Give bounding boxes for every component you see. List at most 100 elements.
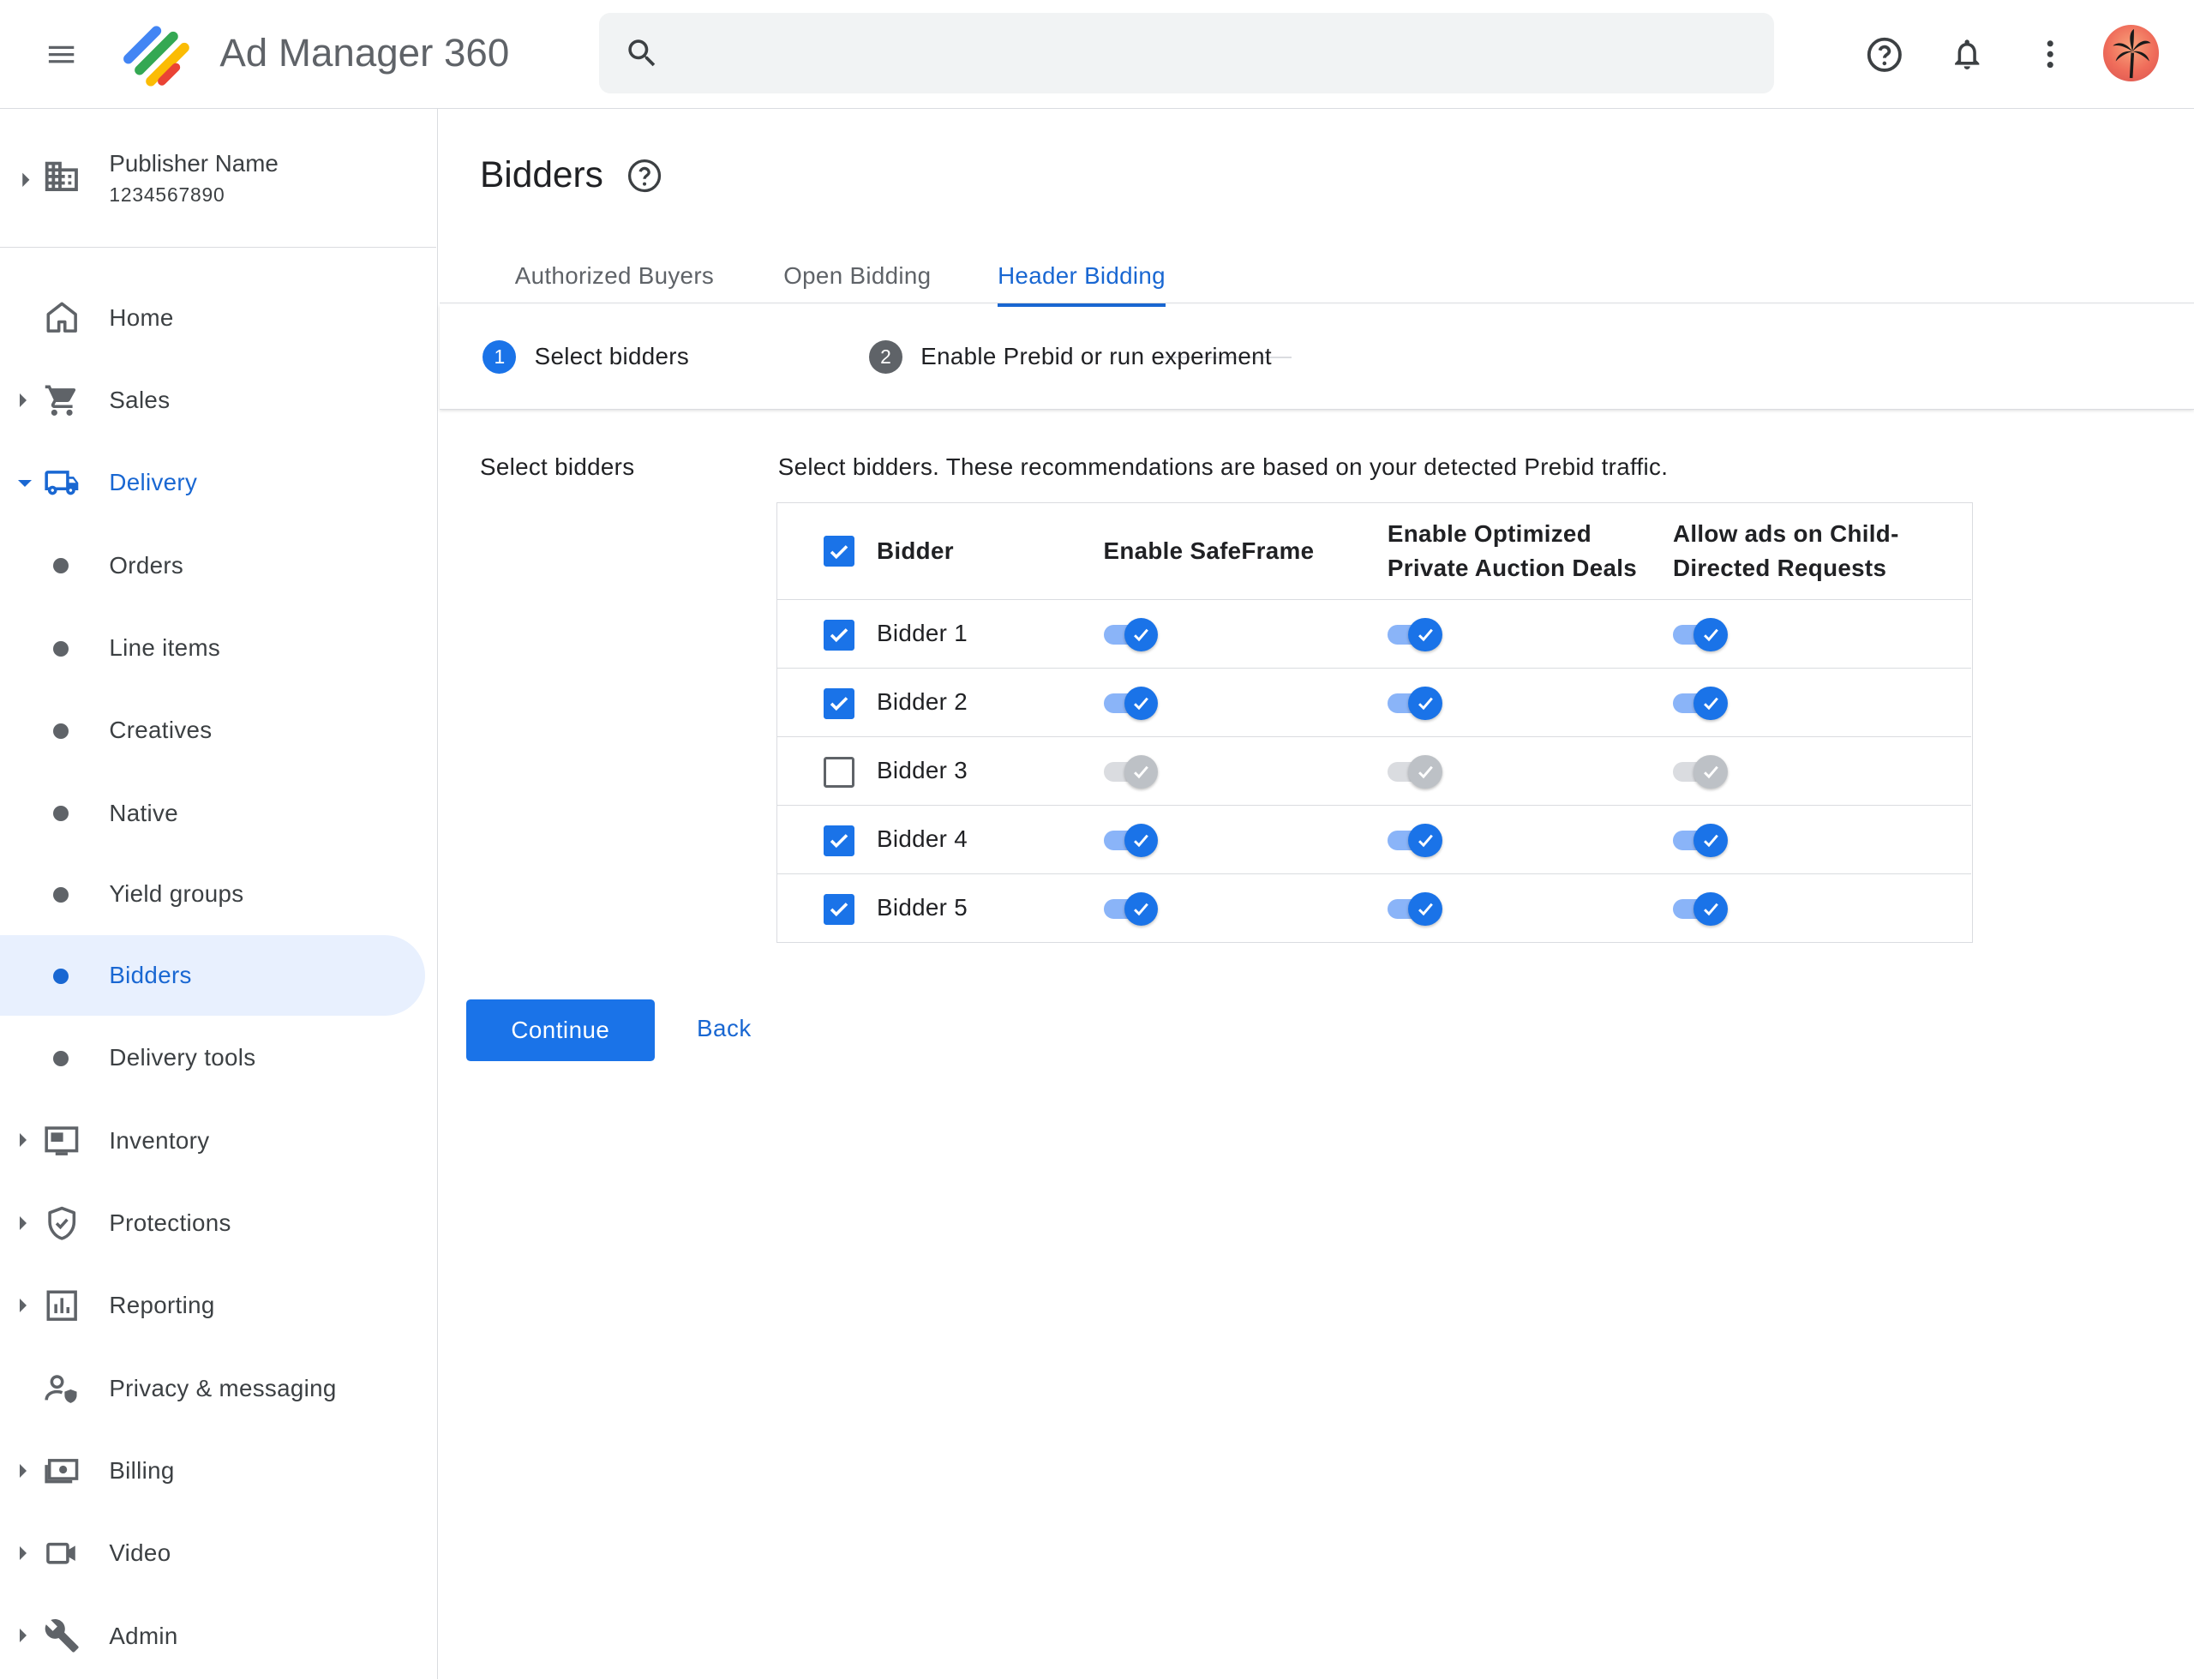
nav-item-privacy-messaging[interactable]: Privacy & messaging <box>0 1347 425 1429</box>
nav-label: Sales <box>109 386 171 413</box>
publisher-switcher[interactable]: Publisher Name 1234567890 <box>0 109 437 248</box>
nav-item-reporting[interactable]: Reporting <box>0 1265 425 1347</box>
caret-right-icon <box>19 393 27 407</box>
nav-label: Home <box>109 303 174 331</box>
child-directed-toggle[interactable] <box>1672 686 1732 721</box>
row-checkbox[interactable] <box>823 756 854 788</box>
check-icon <box>1124 823 1159 858</box>
caret-right-icon <box>19 1546 27 1561</box>
wrench-icon <box>42 1617 81 1656</box>
bullet-icon <box>53 640 69 657</box>
home-icon <box>42 298 81 338</box>
child-directed-toggle[interactable] <box>1672 617 1732 652</box>
optimized-deals-toggle[interactable] <box>1387 823 1447 858</box>
optimized-deals-toggle[interactable] <box>1387 686 1447 721</box>
caret-right-icon <box>19 1215 27 1230</box>
nav-label: Billing <box>109 1456 175 1484</box>
nav-item-native[interactable]: Native <box>0 772 425 854</box>
safeframe-toggle[interactable] <box>1103 823 1163 858</box>
column-header-line: Directed Requests <box>1672 554 1887 581</box>
nav-item-protections[interactable]: Protections <box>0 1183 425 1264</box>
optimized-deals-toggle[interactable] <box>1387 754 1447 789</box>
tab-authorized-buyers[interactable]: Authorized Buyers <box>515 261 714 304</box>
tab-header-bidding[interactable]: Header Bidding <box>998 261 1166 308</box>
person-shield-icon <box>42 1369 81 1408</box>
nav-label: Admin <box>109 1622 178 1649</box>
tab-open-bidding[interactable]: Open Bidding <box>783 261 931 304</box>
shield-check-icon <box>42 1203 81 1243</box>
column-header-optimized-deals: Enable Optimized Private Auction Deals <box>1388 517 1637 584</box>
bidder-name: Bidder 4 <box>877 825 968 852</box>
child-directed-toggle[interactable] <box>1672 891 1732 927</box>
publisher-id: 1234567890 <box>109 183 225 206</box>
nav-item-admin[interactable]: Admin <box>0 1595 425 1677</box>
user-avatar[interactable] <box>2102 25 2160 81</box>
nav-item-sales[interactable]: Sales <box>0 360 425 441</box>
nav-item-home[interactable]: Home <box>0 277 425 358</box>
nav-label: Line items <box>109 633 221 661</box>
safeframe-toggle[interactable] <box>1103 686 1163 721</box>
nav-item-inventory[interactable]: Inventory <box>0 1100 425 1181</box>
nav-label: Creatives <box>109 717 213 744</box>
nav-item-orders[interactable]: Orders <box>0 525 425 606</box>
nav-label: Protections <box>109 1209 231 1236</box>
nav-item-yield-groups[interactable]: Yield groups <box>0 854 425 935</box>
nav-label: Inventory <box>109 1126 210 1154</box>
main-content: Bidders Authorized Buyers Open Bidding H… <box>439 109 2194 1679</box>
table-row: Bidder 4 <box>777 806 1971 874</box>
search-bar[interactable] <box>598 12 1775 94</box>
back-button[interactable]: Back <box>697 1015 752 1042</box>
child-directed-toggle[interactable] <box>1672 823 1732 858</box>
more-vert-icon[interactable] <box>2022 27 2077 82</box>
select-all-checkbox[interactable] <box>823 535 854 567</box>
step-label[interactable]: Enable Prebid or run experiment <box>920 341 1272 372</box>
table-row: Bidder 3 <box>777 737 1971 806</box>
continue-button[interactable]: Continue <box>465 999 656 1061</box>
nav-item-bidders[interactable]: Bidders <box>0 934 426 1017</box>
help-icon[interactable] <box>1857 27 1913 82</box>
nav-item-creatives[interactable]: Creatives <box>0 690 425 771</box>
check-icon <box>1693 686 1728 721</box>
billing-money-icon <box>42 1451 81 1491</box>
search-icon[interactable] <box>624 35 660 77</box>
row-checkbox[interactable] <box>823 825 854 856</box>
help-outline-icon[interactable] <box>626 157 663 201</box>
column-header-line: Bidder <box>877 537 954 565</box>
column-header-safeframe: Enable SafeFrame <box>1104 534 1315 567</box>
check-icon <box>1124 891 1159 927</box>
delivery-truck-icon <box>42 463 81 502</box>
optimized-deals-toggle[interactable] <box>1387 617 1447 652</box>
column-header-line: Enable Optimized <box>1387 520 1592 548</box>
step-number: 1 <box>483 339 517 374</box>
tab-bar: Authorized Buyers Open Bidding Header Bi… <box>439 246 2194 308</box>
nav-item-line-items[interactable]: Line items <box>0 608 425 689</box>
check-icon <box>1408 754 1442 789</box>
nav-label: Delivery <box>109 469 198 496</box>
child-directed-toggle[interactable] <box>1672 754 1732 789</box>
notifications-bell-icon[interactable] <box>1939 27 1995 82</box>
nav-item-video[interactable]: Video <box>0 1513 425 1594</box>
row-checkbox[interactable] <box>823 687 854 719</box>
step-label[interactable]: Select bidders <box>535 341 689 372</box>
nav-item-billing[interactable]: Billing <box>0 1431 425 1512</box>
check-icon <box>1408 823 1442 858</box>
check-icon <box>1124 617 1159 652</box>
nav-item-delivery[interactable]: Delivery <box>0 442 425 524</box>
row-checkbox[interactable] <box>823 893 854 925</box>
app-title: Ad Manager 360 <box>219 30 510 75</box>
nav-label: Orders <box>109 551 184 579</box>
publisher-name: Publisher Name <box>109 149 279 177</box>
safeframe-toggle[interactable] <box>1103 891 1163 927</box>
safeframe-toggle[interactable] <box>1103 754 1163 789</box>
page-title: Bidders <box>479 154 603 195</box>
menu-icon[interactable] <box>33 27 89 82</box>
nav-item-delivery-tools[interactable]: Delivery tools <box>0 1017 425 1099</box>
optimized-deals-toggle[interactable] <box>1387 891 1447 927</box>
column-header-line: Enable SafeFrame <box>1103 537 1315 565</box>
bullet-icon <box>53 806 69 822</box>
safeframe-toggle[interactable] <box>1103 617 1163 652</box>
row-checkbox[interactable] <box>823 619 854 651</box>
bullet-icon <box>53 723 69 740</box>
nav-label: Delivery tools <box>109 1044 256 1071</box>
check-icon <box>1693 823 1728 858</box>
